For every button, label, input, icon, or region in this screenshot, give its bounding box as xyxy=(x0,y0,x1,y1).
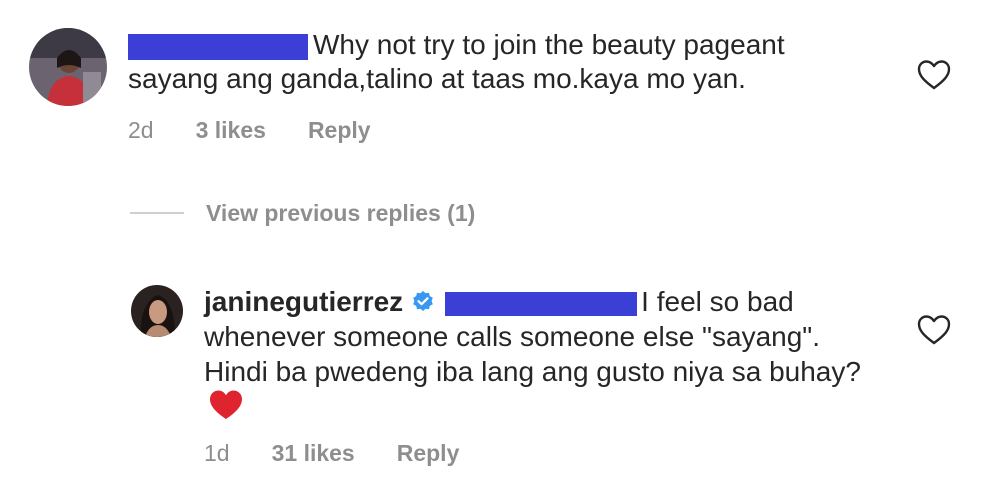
view-previous-replies[interactable]: View previous replies (1) xyxy=(206,199,475,227)
red-heart-emoji xyxy=(208,389,244,429)
like-heart-icon[interactable] xyxy=(917,59,951,91)
reply-meta: 1d 31 likes Reply xyxy=(204,439,459,467)
comment-reply-button[interactable]: Reply xyxy=(308,117,371,144)
verified-badge-icon xyxy=(413,291,433,311)
reply-like-heart-icon[interactable] xyxy=(917,314,951,346)
reply-avatar[interactable] xyxy=(131,285,183,337)
redacted-mention xyxy=(445,291,638,316)
reply-text: janinegutierrez I feel so bad whenever s… xyxy=(204,284,884,429)
reply-likes[interactable]: 31 likes xyxy=(272,440,355,467)
commenter-avatar[interactable] xyxy=(29,28,107,106)
reply-username[interactable]: janinegutierrez xyxy=(204,286,403,317)
reply-reply-button[interactable]: Reply xyxy=(397,440,460,467)
comment-text: Why not try to join the beauty pageant s… xyxy=(128,29,785,94)
replies-divider xyxy=(130,212,184,214)
comment-time: 2d xyxy=(128,116,154,143)
comment-meta: 2d 3 likes Reply xyxy=(128,116,371,144)
reply-time: 1d xyxy=(204,439,230,466)
view-previous-replies-label[interactable]: View previous replies (1) xyxy=(206,200,475,227)
redacted-username xyxy=(128,33,308,60)
comment-likes[interactable]: 3 likes xyxy=(196,117,266,144)
